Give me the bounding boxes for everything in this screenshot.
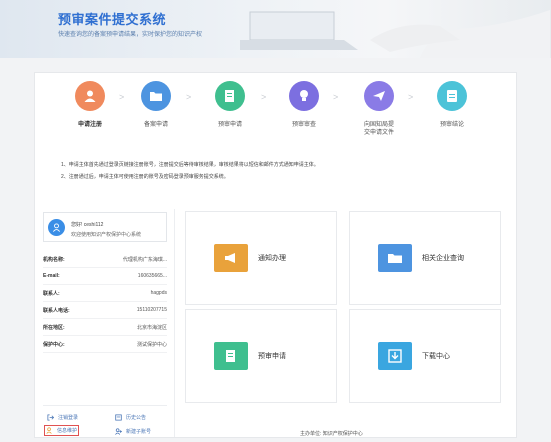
user-greeting-box: 您好! ceshi112 欢迎使用知识产权保护中心系统: [43, 212, 167, 242]
process-steps: 申请注册 > 备案申请 > 预审申请 > 预审审查 > 向国知局提 交申请文件 …: [35, 81, 516, 141]
document-edit-icon: [214, 342, 248, 370]
step-filing[interactable]: 备案申请: [121, 81, 191, 129]
greeting-text: 您好! ceshi112: [71, 222, 104, 228]
field-row: 所在地区: 北京市海淀区: [43, 319, 167, 336]
step-submit-cnipa[interactable]: 向国知局提 交申请文件: [344, 81, 414, 137]
step-prereview-apply[interactable]: 预审申请: [195, 81, 265, 129]
main-panel: 申请注册 > 备案申请 > 预审申请 > 预审审查 > 向国知局提 交申请文件 …: [34, 72, 517, 438]
download-icon: [378, 342, 412, 370]
tile-label: 通知办理: [258, 255, 286, 262]
step-label: 备案申请: [143, 122, 168, 128]
bulletin-icon: [115, 414, 122, 421]
step-label: 预审申请: [217, 122, 242, 128]
user-info-panel: 您好! ceshi112 欢迎使用知识产权保护中心系统 机构名称: 代理机构广东海…: [35, 209, 175, 437]
field-row: 联系人电话: 15110207715: [43, 302, 167, 319]
instruction-line: 2、注册通过后，申请主体可使用注册的账号及密码登录预审服务提交系统。: [61, 174, 229, 180]
document-icon: [437, 81, 467, 111]
tile-company-query[interactable]: 相关企业查询: [349, 211, 501, 305]
document-edit-icon: [215, 81, 245, 111]
step-label: 预审审查: [291, 122, 316, 128]
logout-link[interactable]: 注销登录: [47, 414, 78, 421]
new-subaccount-link[interactable]: 新建子账号: [115, 428, 151, 435]
field-row: 机构名称: 代理机构广东海琪...: [43, 251, 167, 268]
step-label: 申请注册: [77, 122, 102, 128]
instruction-line: 1、申请主体首先通过登录页链接注册账号，注册提交后等待审核结果，审核结果将以短信…: [61, 162, 319, 168]
field-row: E-mail: 160635665...: [43, 268, 167, 285]
step-conclusion[interactable]: 预审结论: [417, 81, 487, 129]
tile-notice[interactable]: 通知办理: [185, 211, 337, 305]
step-prereview-exam[interactable]: 预审审查: [269, 81, 339, 129]
welcome-text: 欢迎使用知识产权保护中心系统: [71, 232, 142, 238]
step-register[interactable]: 申请注册: [55, 81, 125, 129]
user-icon: [75, 81, 105, 111]
chevron-right-icon: >: [186, 92, 192, 102]
info-maintenance-link[interactable]: 信息维护: [43, 425, 80, 436]
tile-label: 预审申请: [258, 353, 286, 360]
logout-icon: [47, 414, 54, 421]
field-row: 保护中心: 测试保护中心: [43, 336, 167, 353]
history-notice-link[interactable]: 历史公告: [115, 414, 146, 421]
field-row: 联系人: hagpds: [43, 285, 167, 302]
chevron-right-icon: >: [333, 92, 339, 102]
laptop-illustration: [240, 11, 358, 50]
user-fields: 机构名称: 代理机构广东海琪... E-mail: 160635665... 联系人…: [43, 251, 167, 353]
step-label: 向国知局提 交申请文件: [363, 122, 394, 136]
hand-typing-illustration: [370, 10, 550, 58]
user-edit-icon: [46, 427, 52, 434]
account-links: 注销登录 历史公告 信息维护 新建子账号: [43, 405, 167, 439]
chevron-right-icon: >: [261, 92, 267, 102]
paper-plane-icon: [364, 81, 394, 111]
megaphone-icon: [214, 244, 248, 272]
folder-icon: [378, 244, 412, 272]
avatar-icon: [48, 219, 65, 236]
tile-label: 相关企业查询: [422, 255, 464, 262]
system-title: 预审案件提交系统: [58, 12, 167, 27]
tile-label: 下载中心: [422, 353, 450, 360]
step-label: 预审结论: [439, 122, 464, 128]
add-user-icon: [115, 428, 122, 435]
tile-prereview-apply[interactable]: 预审申请: [185, 309, 337, 403]
instructions: 1、申请主体首先通过登录页链接注册账号，注册提交后等待审核结果，审核结果将以短信…: [61, 159, 319, 183]
folder-icon: [141, 81, 171, 111]
tile-download-center[interactable]: 下载中心: [349, 309, 501, 403]
header-banner: 预审案件提交系统 快速查询您的备案预申请结果，实时保护您的知识产权: [0, 0, 551, 58]
system-subtitle: 快速查询您的备案预申请结果，实时保护您的知识产权: [58, 32, 203, 38]
chevron-right-icon: >: [408, 92, 414, 102]
lightbulb-icon: [289, 81, 319, 111]
footer-organizer: 主办单位: 知识产权保护中心: [300, 431, 363, 437]
